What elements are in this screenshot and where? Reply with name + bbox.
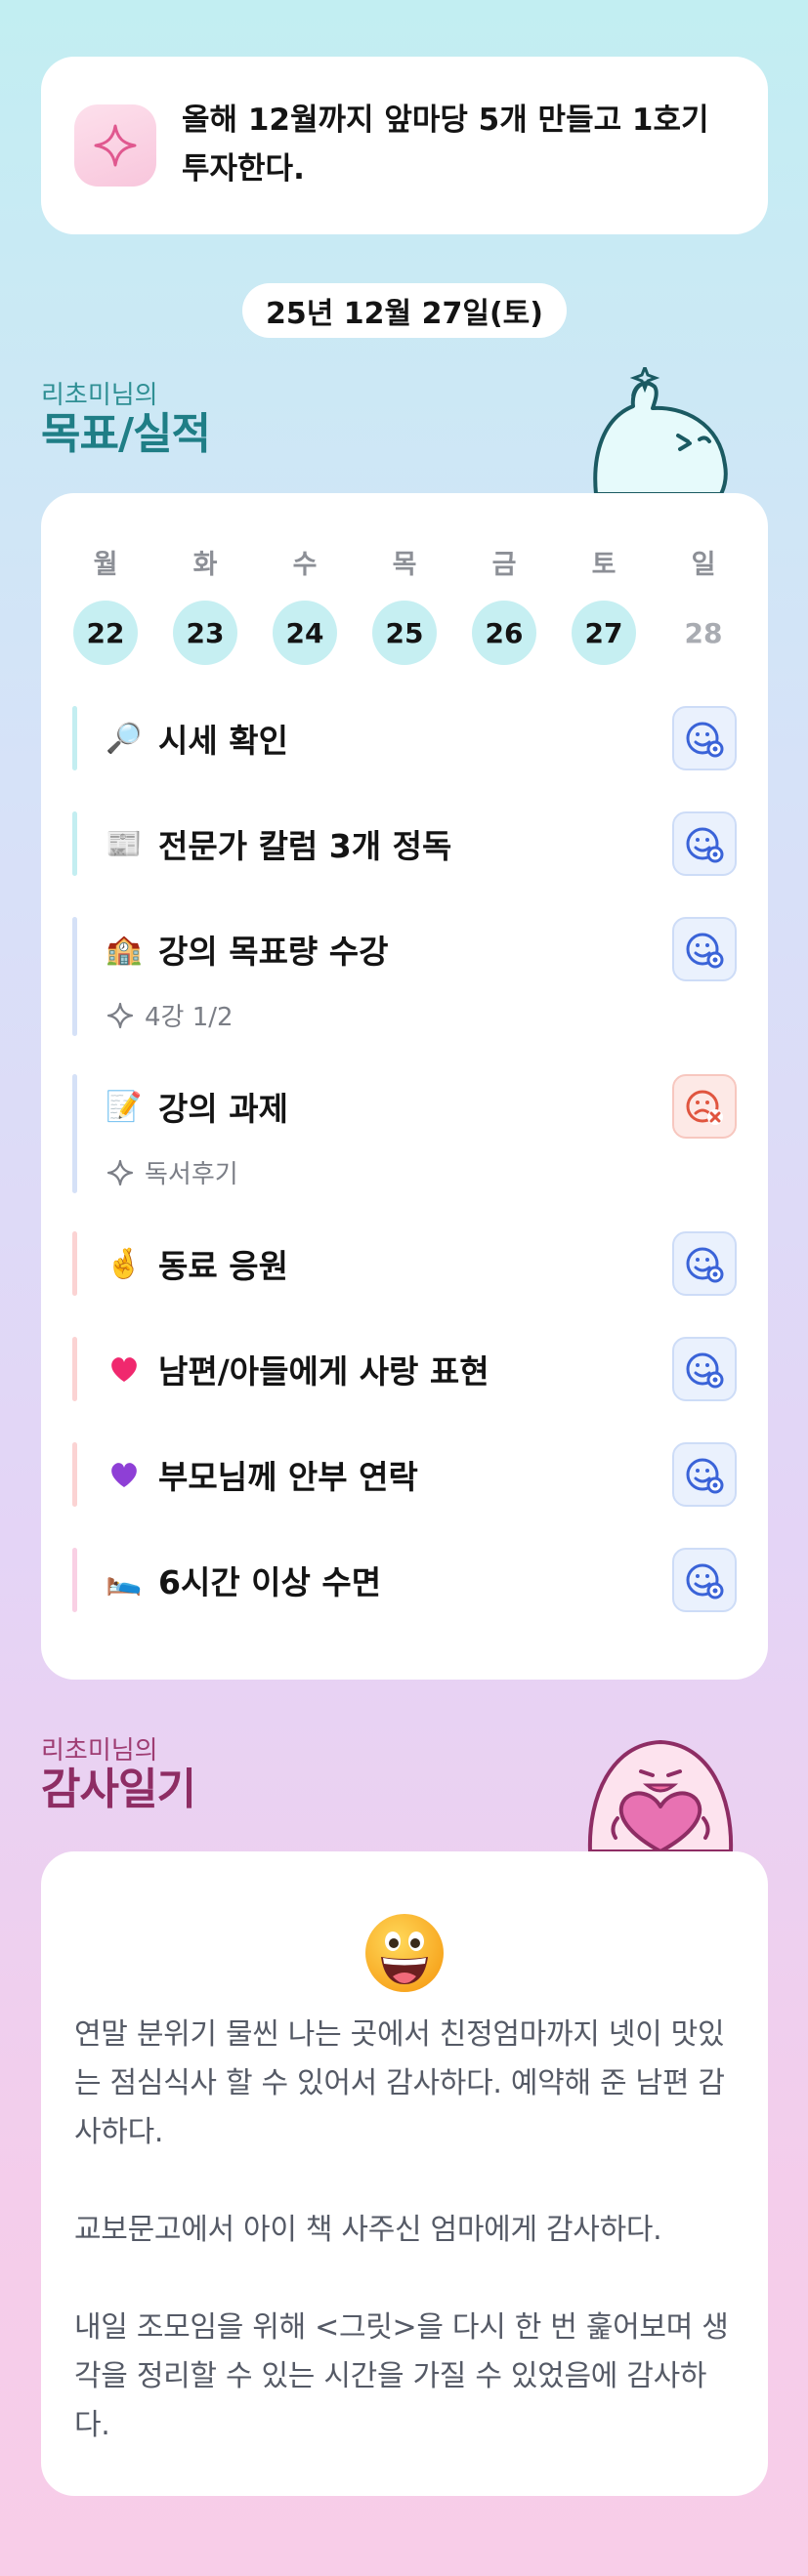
task-bar xyxy=(72,917,77,1036)
task-bar xyxy=(72,1231,77,1296)
task-status-success-icon[interactable] xyxy=(672,1548,737,1612)
task-item[interactable]: 🔎 시세 확인 xyxy=(72,706,737,770)
purple-heart-icon xyxy=(106,1456,143,1493)
task-bar xyxy=(72,811,77,876)
task-bar xyxy=(72,1442,77,1507)
day-name: 수 xyxy=(292,550,318,580)
day-fri[interactable]: 금 26 xyxy=(471,544,537,665)
task-status-success-icon[interactable] xyxy=(672,917,737,981)
diary-text: 연말 분위기 물씬 나는 곳에서 친정엄마까지 넷이 맛있는 점심식사 할 수 … xyxy=(74,2017,729,2442)
day-name: 월 xyxy=(93,550,118,580)
task-item[interactable]: 🤞 동료 응원 xyxy=(72,1231,737,1296)
week-strip: 월 22 화 23 수 24 목 25 금 26 토 27 일 28 xyxy=(72,544,737,665)
day-sat[interactable]: 토 27 xyxy=(571,544,637,665)
magnifier-icon: 🔎 xyxy=(106,721,143,756)
day-thu[interactable]: 목 25 xyxy=(371,544,438,665)
sparkle-icon xyxy=(74,104,156,187)
day-name: 목 xyxy=(392,550,417,580)
task-status-fail-icon[interactable] xyxy=(672,1074,737,1139)
task-item[interactable]: 🛌 6시간 이상 수면 xyxy=(72,1548,737,1612)
task-item[interactable]: 📝 강의 과제 독서후기 xyxy=(72,1074,737,1193)
task-label: 동료 응원 xyxy=(158,1247,288,1285)
school-icon: 🏫 xyxy=(106,932,143,967)
task-label: 전문가 칼럼 3개 정독 xyxy=(158,827,452,865)
fingers-crossed-icon: 🤞 xyxy=(106,1246,143,1281)
day-number: 25 xyxy=(372,601,437,665)
task-status-success-icon[interactable] xyxy=(672,706,737,770)
task-item[interactable]: 📰 전문가 칼럼 3개 정독 xyxy=(72,811,737,876)
day-number: 27 xyxy=(572,601,636,665)
day-number: 24 xyxy=(273,601,337,665)
task-status-success-icon[interactable] xyxy=(672,811,737,876)
task-label: 시세 확인 xyxy=(158,722,288,760)
task-subtitle-text: 독서후기 xyxy=(145,1160,238,1189)
day-number: 23 xyxy=(173,601,237,665)
task-label: 강의 목표량 수강 xyxy=(158,933,389,971)
task-bar xyxy=(72,1548,77,1612)
task-label: 강의 과제 xyxy=(158,1090,288,1128)
day-name: 토 xyxy=(591,550,617,580)
day-sun[interactable]: 일 28 xyxy=(670,544,737,665)
task-bar xyxy=(72,1337,77,1401)
daily-tasks-card: 월 22 화 23 수 24 목 25 금 26 토 27 일 28 🔎 시세 … xyxy=(41,493,768,1680)
task-label: 6시간 이상 수면 xyxy=(158,1563,382,1601)
task-bar xyxy=(72,706,77,770)
yearly-goal-text: 올해 12월까지 앞마당 5개 만들고 1호기 투자한다. xyxy=(182,103,709,187)
day-name: 금 xyxy=(491,550,517,580)
task-subtitle: 4강 1/2 xyxy=(106,997,234,1033)
date-label: 25년 12월 27일(토) xyxy=(242,283,567,338)
day-number: 22 xyxy=(73,601,138,665)
grinning-face-icon xyxy=(363,1912,446,1998)
task-status-success-icon[interactable] xyxy=(672,1231,737,1296)
gratitude-owner-label: 리초미님의 xyxy=(41,1736,158,1766)
day-name: 화 xyxy=(192,550,218,580)
task-label: 부모님께 안부 연락 xyxy=(158,1458,418,1496)
day-name: 일 xyxy=(691,550,716,580)
goals-owner-label: 리초미님의 xyxy=(41,381,158,410)
day-wed[interactable]: 수 24 xyxy=(272,544,338,665)
task-label: 남편/아들에게 사랑 표현 xyxy=(158,1352,489,1391)
goals-section-title: 리초미님의 목표/실적 xyxy=(41,381,211,459)
task-subtitle-text: 4강 1/2 xyxy=(145,1003,234,1032)
task-item[interactable]: 남편/아들에게 사랑 표현 xyxy=(72,1337,737,1401)
mascot-waving-illustration xyxy=(584,362,731,498)
task-status-success-icon[interactable] xyxy=(672,1442,737,1507)
day-number: 26 xyxy=(472,601,536,665)
day-number: 28 xyxy=(684,616,723,649)
task-bar xyxy=(72,1074,77,1193)
heart-icon xyxy=(106,1350,143,1388)
newspaper-icon: 📰 xyxy=(106,826,143,861)
task-subtitle: 독서후기 xyxy=(106,1154,238,1190)
bed-icon: 🛌 xyxy=(106,1562,143,1598)
task-item[interactable]: 부모님께 안부 연락 xyxy=(72,1442,737,1507)
mascot-heart-illustration xyxy=(582,1728,739,1855)
day-mon[interactable]: 월 22 xyxy=(72,544,139,665)
day-tue[interactable]: 화 23 xyxy=(172,544,238,665)
gratitude-section-title: 리초미님의 감사일기 xyxy=(41,1736,196,1814)
sparkle-small-icon xyxy=(106,1002,134,1028)
task-item[interactable]: 🏫 강의 목표량 수강 4강 1/2 xyxy=(72,917,737,1036)
gratitude-title-label: 감사일기 xyxy=(41,1765,196,1814)
yearly-goal-card[interactable]: 올해 12월까지 앞마당 5개 만들고 1호기 투자한다. xyxy=(41,57,768,234)
sparkle-small-icon xyxy=(106,1159,134,1185)
goals-title-label: 목표/실적 xyxy=(41,409,211,459)
gratitude-diary-card: 연말 분위기 물씬 나는 곳에서 친정엄마까지 넷이 맛있는 점심식사 할 수 … xyxy=(41,1851,768,2496)
memo-icon: 📝 xyxy=(106,1089,143,1124)
task-status-success-icon[interactable] xyxy=(672,1337,737,1401)
